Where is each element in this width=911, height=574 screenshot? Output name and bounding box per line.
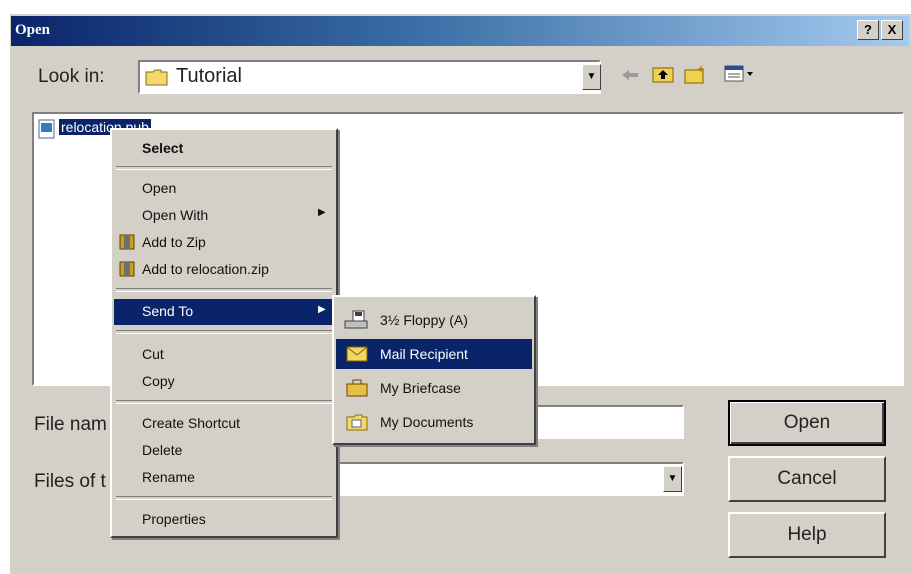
menu-label-copy: Copy [142,373,175,389]
menu-separator [116,330,332,334]
send-to-mail-label: Mail Recipient [380,346,468,362]
menu-item-add-to-zip[interactable]: Add to Zip [114,230,334,254]
menu-separator [116,288,332,292]
publisher-file-icon [38,119,55,139]
send-to-floppy-label: 3½ Floppy (A) [380,312,468,328]
menu-label-add-to-relocation-zip: Add to relocation.zip [142,261,269,277]
menu-label-rename: Rename [142,469,195,485]
menu-label-select: Select [142,140,184,156]
title-bar: Open ? X [11,16,909,46]
menu-label-open-with: Open With [142,207,209,223]
documents-folder-icon [346,414,368,431]
files-of-type-dropdown[interactable]: ▼ [320,462,684,496]
submenu-arrow-icon: ▶ [318,207,326,218]
menu-separator [116,496,332,500]
up-folder-icon[interactable] [652,64,674,84]
send-to-my-documents[interactable]: My Documents [336,407,532,437]
help-title-button[interactable]: ? [857,20,879,40]
open-button[interactable]: Open [728,400,886,446]
send-to-briefcase[interactable]: My Briefcase [336,373,532,403]
menu-label-send-to: Send To [142,303,194,319]
back-arrow-icon[interactable] [620,67,640,83]
menu-item-rename[interactable]: Rename [114,465,334,489]
look-in-dropdown-arrow[interactable]: ▼ [582,64,601,90]
menu-separator [116,166,332,170]
menu-item-open-with[interactable]: Open With ▶ [114,203,334,227]
menu-label-properties: Properties [142,511,206,527]
menu-item-add-to-relocation-zip[interactable]: Add to relocation.zip [114,257,334,281]
new-folder-icon[interactable] [684,64,706,84]
floppy-drive-icon [344,310,368,329]
menu-item-properties[interactable]: Properties [114,507,334,531]
menu-label-cut: Cut [142,346,164,362]
folder-icon [145,69,168,86]
menu-item-select[interactable]: Select [114,136,334,160]
menu-item-delete[interactable]: Delete [114,438,334,462]
menu-label-delete: Delete [142,442,183,458]
menu-label-open: Open [142,180,177,196]
send-to-floppy[interactable]: 3½ Floppy (A) [336,305,532,335]
cancel-button[interactable]: Cancel [728,456,886,502]
menu-label-add-to-zip: Add to Zip [142,234,206,250]
briefcase-icon [346,379,368,397]
menu-item-cut[interactable]: Cut [114,342,334,366]
file-name-label: File nam [34,414,107,435]
menu-separator [116,400,332,404]
send-to-mail-recipient[interactable]: Mail Recipient [336,339,532,369]
files-of-type-dropdown-arrow[interactable]: ▼ [663,466,682,492]
mail-envelope-icon [346,346,368,362]
send-to-documents-label: My Documents [380,414,474,430]
menu-item-copy[interactable]: Copy [114,369,334,393]
context-menu: Select Open Open With ▶ Add to Zip Add t… [110,128,338,538]
look-in-value: Tutorial [176,65,242,87]
files-of-type-label: Files of t [34,471,106,492]
send-to-submenu: 3½ Floppy (A) Mail Recipient My Briefcas… [332,295,536,445]
menu-item-send-to[interactable]: Send To ▶ [114,299,334,325]
menu-item-open[interactable]: Open [114,176,334,200]
close-title-button[interactable]: X [881,20,903,40]
zip-archive-icon [119,234,135,250]
look-in-label: Look in: [38,66,105,87]
look-in-dropdown[interactable]: Tutorial ▼ [138,60,601,94]
dialog-title: Open [15,22,51,38]
submenu-arrow-icon: ▶ [318,304,326,315]
menu-label-create-shortcut: Create Shortcut [142,415,241,431]
view-menu-icon[interactable] [724,64,756,84]
send-to-briefcase-label: My Briefcase [380,380,461,396]
help-button[interactable]: Help [728,512,886,558]
menu-item-create-shortcut[interactable]: Create Shortcut [114,411,334,435]
zip-archive-icon [119,261,135,277]
